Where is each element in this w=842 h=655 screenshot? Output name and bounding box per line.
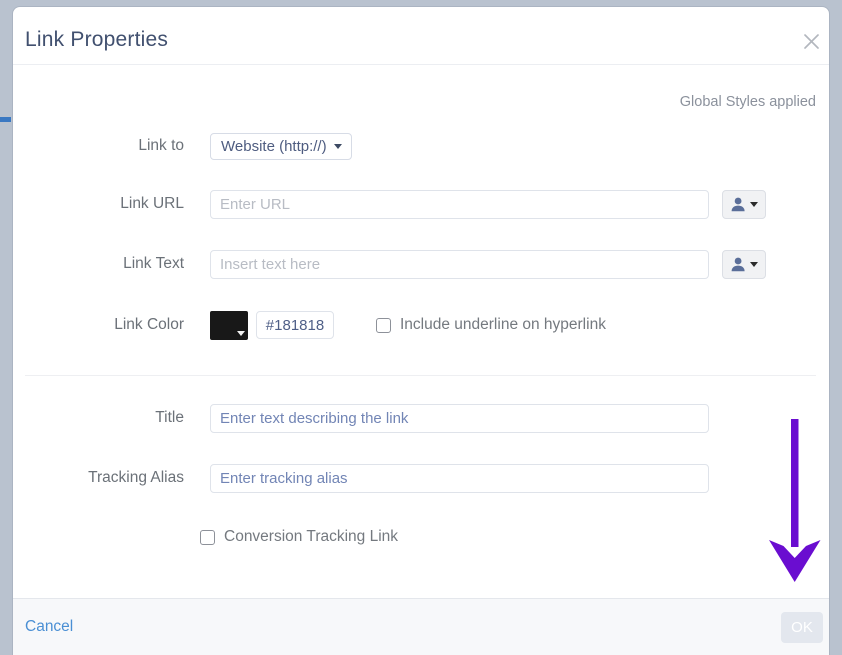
link-color-swatch[interactable]: [210, 310, 248, 340]
form-row-conversion-tracking: Conversion Tracking Link: [13, 522, 829, 552]
conversion-tracking-label: Conversion Tracking Link: [224, 528, 399, 545]
underlying-page-marker: [0, 117, 11, 122]
include-underline-label: Include underline on hyperlink: [400, 316, 606, 333]
form-row-link-color: Link Color Include underline on hyperlin…: [13, 310, 829, 340]
link-properties-dialog: Link Properties Global Styles applied Li…: [13, 7, 829, 655]
person-icon: [731, 197, 745, 211]
tracking-alias-label: Tracking Alias: [88, 469, 184, 486]
person-icon: [731, 257, 745, 271]
link-color-label: Link Color: [114, 316, 184, 333]
section-divider: [25, 375, 816, 376]
chevron-down-icon: [750, 261, 758, 267]
link-url-input[interactable]: [210, 189, 709, 219]
include-underline-checkbox[interactable]: Include underline on hyperlink: [376, 316, 606, 334]
title-label: Title: [155, 409, 184, 426]
form-row-title: Title: [13, 403, 829, 433]
chevron-down-icon: [750, 201, 758, 207]
title-input[interactable]: [210, 403, 709, 433]
link-to-selected-value: Website (http://): [221, 137, 327, 155]
link-url-contact-picker-button[interactable]: [722, 189, 766, 219]
form-row-link-url: Link URL: [13, 189, 829, 219]
chevron-down-icon: [234, 327, 247, 339]
form-row-link-text: Link Text: [13, 249, 829, 279]
dialog-header: Link Properties: [13, 7, 829, 65]
link-color-hex-input[interactable]: [256, 311, 334, 339]
close-icon[interactable]: [794, 24, 828, 58]
link-to-dropdown[interactable]: Website (http://): [210, 132, 352, 160]
page-title: Link Properties: [25, 28, 169, 51]
ok-button[interactable]: OK: [781, 612, 823, 643]
link-text-input[interactable]: [210, 249, 709, 279]
chevron-down-icon: [333, 143, 342, 149]
dialog-body: Global Styles applied Link to Website (h…: [13, 65, 829, 598]
cancel-button[interactable]: Cancel: [25, 618, 73, 636]
link-to-label: Link to: [138, 137, 184, 154]
dialog-footer: Cancel OK: [13, 598, 829, 655]
global-styles-note: Global Styles applied: [679, 94, 816, 110]
form-row-tracking-alias: Tracking Alias: [13, 463, 829, 493]
link-text-contact-picker-button[interactable]: [722, 249, 766, 279]
link-text-label: Link Text: [123, 255, 184, 272]
form-row-link-to: Link to Website (http://): [13, 131, 829, 161]
checkbox-box: [200, 529, 215, 545]
conversion-tracking-checkbox[interactable]: Conversion Tracking Link: [200, 528, 398, 546]
tracking-alias-input[interactable]: [210, 463, 709, 493]
link-url-label: Link URL: [120, 195, 184, 212]
checkbox-box: [376, 317, 391, 333]
